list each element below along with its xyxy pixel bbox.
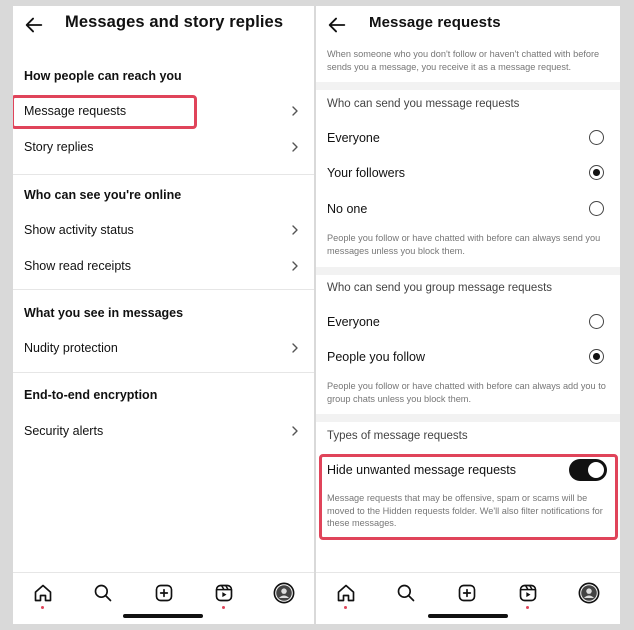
notification-dot <box>526 606 529 609</box>
create-icon[interactable] <box>154 583 174 603</box>
bottom-nav <box>13 572 314 624</box>
radio-people-you-follow[interactable] <box>589 349 604 364</box>
divider <box>316 414 620 422</box>
home-icon[interactable] <box>33 583 53 603</box>
chevron-right-icon <box>292 106 298 116</box>
security-alerts-item[interactable]: Security alerts <box>24 424 103 438</box>
activity-status-item[interactable]: Show activity status <box>24 223 134 237</box>
notification-dot <box>344 606 347 609</box>
page-title: Message requests <box>369 14 501 31</box>
section-title-reach: How people can reach you <box>24 69 182 83</box>
radio-no-one[interactable] <box>589 201 604 216</box>
section-title-online: Who can see you're online <box>24 188 182 202</box>
home-indicator <box>123 614 203 618</box>
divider <box>13 372 314 373</box>
section-title-who-send: Who can send you message requests <box>327 98 520 110</box>
option-everyone[interactable]: Everyone <box>327 131 380 145</box>
option-no-one[interactable]: No one <box>327 202 367 216</box>
profile-icon[interactable] <box>273 582 295 604</box>
section-title-see: What you see in messages <box>24 306 184 320</box>
highlight-box <box>13 95 197 129</box>
page-title: Messages and story replies <box>65 13 284 31</box>
nudity-protection-item[interactable]: Nudity protection <box>24 341 118 355</box>
section-title-types: Types of message requests <box>327 430 468 442</box>
chevron-right-icon <box>292 225 298 235</box>
chevron-right-icon <box>292 261 298 271</box>
create-icon[interactable] <box>457 583 477 603</box>
reels-icon[interactable] <box>518 583 538 603</box>
divider <box>316 82 620 90</box>
header: Messages and story replies <box>13 6 314 48</box>
header: Message requests <box>316 6 620 48</box>
notification-dot <box>222 606 225 609</box>
intro-text: When someone who you don't follow or hav… <box>327 49 600 72</box>
chevron-right-icon <box>292 343 298 353</box>
search-icon[interactable] <box>93 583 113 603</box>
right-screen: Message requests When someone who you do… <box>316 6 620 624</box>
highlight-box <box>319 454 618 540</box>
search-icon[interactable] <box>396 583 416 603</box>
back-arrow-icon[interactable] <box>326 14 348 36</box>
option-your-followers[interactable]: Your followers <box>327 166 405 180</box>
back-arrow-icon[interactable] <box>23 14 45 36</box>
option-people-you-follow[interactable]: People you follow <box>327 350 425 364</box>
bottom-nav <box>316 572 620 624</box>
who-send-note: People you follow or have chatted with b… <box>327 233 601 256</box>
notification-dot <box>41 606 44 609</box>
profile-icon[interactable] <box>578 582 600 604</box>
section-title-who-group: Who can send you group message requests <box>327 282 553 294</box>
read-receipts-item[interactable]: Show read receipts <box>24 259 131 273</box>
divider <box>13 174 314 175</box>
home-icon[interactable] <box>336 583 356 603</box>
divider <box>316 267 620 275</box>
story-replies-item[interactable]: Story replies <box>24 140 93 154</box>
radio-your-followers[interactable] <box>589 165 604 180</box>
divider <box>13 289 314 290</box>
chevron-right-icon <box>292 426 298 436</box>
radio-group-everyone[interactable] <box>589 314 604 329</box>
radio-everyone[interactable] <box>589 130 604 145</box>
home-indicator <box>428 614 508 618</box>
option-group-everyone[interactable]: Everyone <box>327 315 380 329</box>
left-screen: Messages and story replies How people ca… <box>13 6 314 624</box>
who-group-note: People you follow or have chatted with b… <box>327 381 606 404</box>
chevron-right-icon <box>292 142 298 152</box>
section-title-e2e: End-to-end encryption <box>24 388 158 402</box>
reels-icon[interactable] <box>214 583 234 603</box>
